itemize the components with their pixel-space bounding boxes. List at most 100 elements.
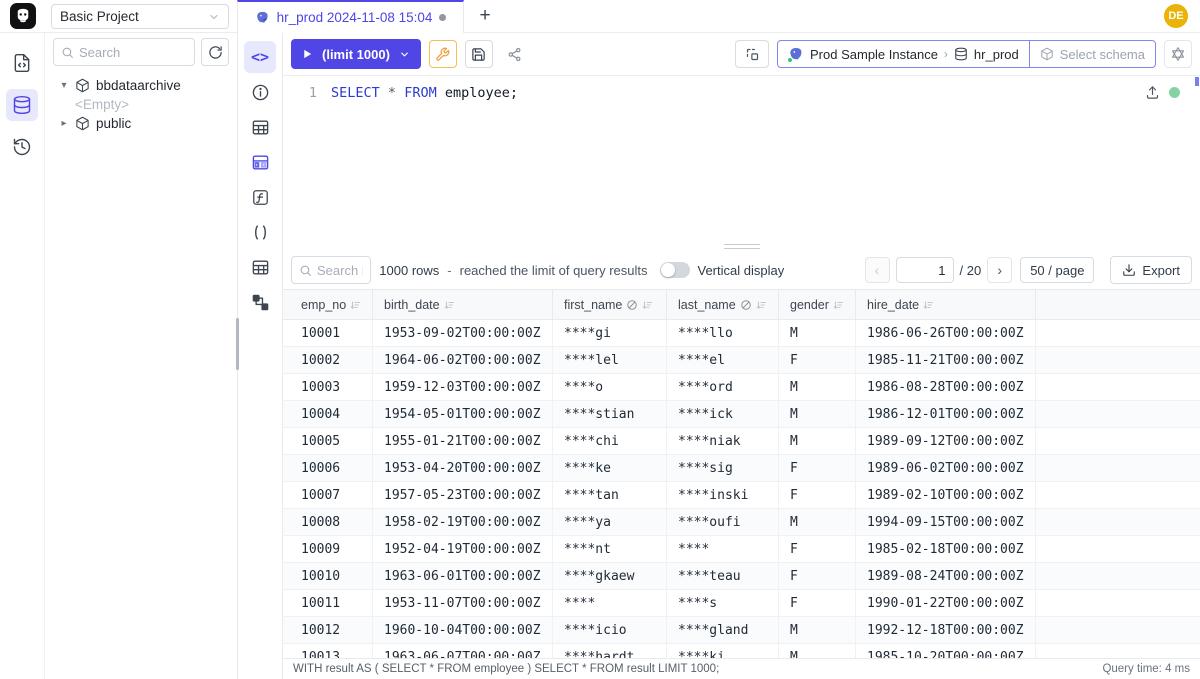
table-cell[interactable]: 1989-08-24T00:00:00Z — [856, 563, 1036, 589]
sql-code-editor[interactable]: 1 SELECT * FROM employee; — [283, 75, 1200, 241]
editor-scrollbar[interactable] — [1195, 77, 1199, 86]
table-cell[interactable]: 1986-12-01T00:00:00Z — [856, 401, 1036, 427]
table-cell[interactable]: 10008 — [283, 509, 373, 535]
table-cell[interactable]: 1989-02-10T00:00:00Z — [856, 482, 1036, 508]
table-cell[interactable]: ****s — [667, 590, 779, 616]
table-cell[interactable]: 1957-05-23T00:00:00Z — [373, 482, 553, 508]
table-cell[interactable]: ****icio — [553, 617, 667, 643]
table-cell[interactable]: 1986-08-28T00:00:00Z — [856, 374, 1036, 400]
table-cell[interactable]: 10002 — [283, 347, 373, 373]
sort-icon[interactable] — [350, 299, 362, 311]
table-cell[interactable]: ****chi — [553, 428, 667, 454]
table-cell[interactable]: ****ord — [667, 374, 779, 400]
table-cell[interactable]: 1955-01-21T00:00:00Z — [373, 428, 553, 454]
table-row[interactable]: 100021964-06-02T00:00:00Z****lel****elF1… — [283, 347, 1200, 374]
table-cell[interactable]: 1953-11-07T00:00:00Z — [373, 590, 553, 616]
table-cell[interactable]: ****ke — [553, 455, 667, 481]
table-cell[interactable]: F — [779, 536, 856, 562]
table-row[interactable]: 100011953-09-02T00:00:00Z****gi****lloM1… — [283, 320, 1200, 347]
table-cell[interactable]: 1952-04-19T00:00:00Z — [373, 536, 553, 562]
code-pane-icon[interactable]: <> — [244, 41, 276, 73]
table-cell[interactable]: ****o — [553, 374, 667, 400]
table-cell[interactable]: 10009 — [283, 536, 373, 562]
history-icon[interactable] — [6, 131, 38, 163]
chevron-down-icon[interactable] — [399, 49, 410, 60]
project-select[interactable]: Basic Project — [51, 4, 229, 29]
save-sheet-button[interactable] — [465, 40, 493, 68]
table-cell[interactable]: ****gkaew — [553, 563, 667, 589]
column-header-last_name[interactable]: last_name — [667, 290, 779, 319]
table-cell[interactable]: ****nt — [553, 536, 667, 562]
table-cell[interactable]: M — [779, 374, 856, 400]
ai-assistant-button[interactable] — [1164, 40, 1192, 68]
functions-icon[interactable] — [244, 181, 276, 213]
table-row[interactable]: 100071957-05-23T00:00:00Z****tan****insk… — [283, 482, 1200, 509]
vertical-display-toggle[interactable] — [660, 262, 690, 278]
table-cell[interactable]: M — [779, 617, 856, 643]
table-cell[interactable]: ****inski — [667, 482, 779, 508]
table-cell[interactable]: 1985-11-21T00:00:00Z — [856, 347, 1036, 373]
table-cell[interactable]: ****teau — [667, 563, 779, 589]
table-cell[interactable]: 1989-09-12T00:00:00Z — [856, 428, 1036, 454]
caret-down-icon[interactable]: ▾ — [59, 80, 69, 91]
column-header-gender[interactable]: gender — [779, 290, 856, 319]
batch-query-button[interactable] — [735, 40, 769, 68]
table-row[interactable]: 100131963-06-07T00:00:00Z****hardt****ki… — [283, 644, 1200, 658]
table-cell[interactable]: 1953-09-02T00:00:00Z — [373, 320, 553, 346]
table-cell[interactable]: 10006 — [283, 455, 373, 481]
table-cell[interactable]: 1953-04-20T00:00:00Z — [373, 455, 553, 481]
table-cell[interactable]: ****llo — [667, 320, 779, 346]
table-row[interactable]: 100051955-01-21T00:00:00Z****chi****niak… — [283, 428, 1200, 455]
tree-item-bbdataarchive[interactable]: ▾ bbdataarchive — [45, 76, 237, 95]
table-cell[interactable]: ****gi — [553, 320, 667, 346]
new-tab-button[interactable]: + — [464, 0, 506, 32]
table-cell[interactable]: ****hardt — [553, 644, 667, 658]
table-cell[interactable]: 1958-02-19T00:00:00Z — [373, 509, 553, 535]
app-logo-button[interactable] — [0, 0, 45, 32]
table-cell[interactable]: M — [779, 644, 856, 658]
table-cell[interactable]: 1954-05-01T00:00:00Z — [373, 401, 553, 427]
next-page-button[interactable]: › — [987, 257, 1012, 283]
table-row[interactable]: 100101963-06-01T00:00:00Z****gkaew****te… — [283, 563, 1200, 590]
table-cell[interactable]: F — [779, 347, 856, 373]
table-cell[interactable]: M — [779, 428, 856, 454]
table-cell[interactable]: 10003 — [283, 374, 373, 400]
table-cell[interactable]: ****gland — [667, 617, 779, 643]
table-cell[interactable]: 1985-02-18T00:00:00Z — [856, 536, 1036, 562]
procedures-icon[interactable] — [244, 216, 276, 248]
table-cell[interactable]: 10012 — [283, 617, 373, 643]
share-sheet-button[interactable] — [501, 40, 529, 68]
sort-icon[interactable] — [444, 299, 456, 311]
table-cell[interactable]: 1989-06-02T00:00:00Z — [856, 455, 1036, 481]
table-cell[interactable]: **** — [553, 590, 667, 616]
table-cell[interactable]: 1985-10-20T00:00:00Z — [856, 644, 1036, 658]
table-cell[interactable]: 1963-06-07T00:00:00Z — [373, 644, 553, 658]
export-button[interactable]: Export — [1110, 256, 1192, 284]
tree-search-input[interactable] — [79, 45, 187, 60]
table-cell[interactable]: 1964-06-02T00:00:00Z — [373, 347, 553, 373]
table-row[interactable]: 100041954-05-01T00:00:00Z****stian****ic… — [283, 401, 1200, 428]
tree-item-public[interactable]: ▸ public — [45, 114, 237, 133]
table-cell[interactable]: **** — [667, 536, 779, 562]
table-cell[interactable]: ****niak — [667, 428, 779, 454]
table-cell[interactable]: 10007 — [283, 482, 373, 508]
user-avatar[interactable]: DE — [1164, 4, 1188, 28]
column-header-hire_date[interactable]: hire_date — [856, 290, 1036, 319]
column-header-birth_date[interactable]: birth_date — [373, 290, 553, 319]
table-row[interactable]: 100091952-04-19T00:00:00Z****nt****F1985… — [283, 536, 1200, 563]
table-cell[interactable]: ****ya — [553, 509, 667, 535]
column-header-first_name[interactable]: first_name — [553, 290, 667, 319]
table-cell[interactable]: ****el — [667, 347, 779, 373]
table-cell[interactable]: 10004 — [283, 401, 373, 427]
upload-sql-icon[interactable] — [1145, 85, 1160, 100]
table-cell[interactable]: ****ki — [667, 644, 779, 658]
instance-database-select[interactable]: Prod Sample Instance › hr_prod — [778, 41, 1029, 67]
format-sql-button[interactable] — [429, 40, 457, 68]
worksheets-icon[interactable] — [6, 47, 38, 79]
results-search-box[interactable] — [291, 256, 371, 284]
table-row[interactable]: 100121960-10-04T00:00:00Z****icio****gla… — [283, 617, 1200, 644]
table-cell[interactable]: F — [779, 455, 856, 481]
table-cell[interactable]: 1992-12-18T00:00:00Z — [856, 617, 1036, 643]
schema-diagram-icon[interactable] — [244, 286, 276, 318]
table-cell[interactable]: F — [779, 563, 856, 589]
